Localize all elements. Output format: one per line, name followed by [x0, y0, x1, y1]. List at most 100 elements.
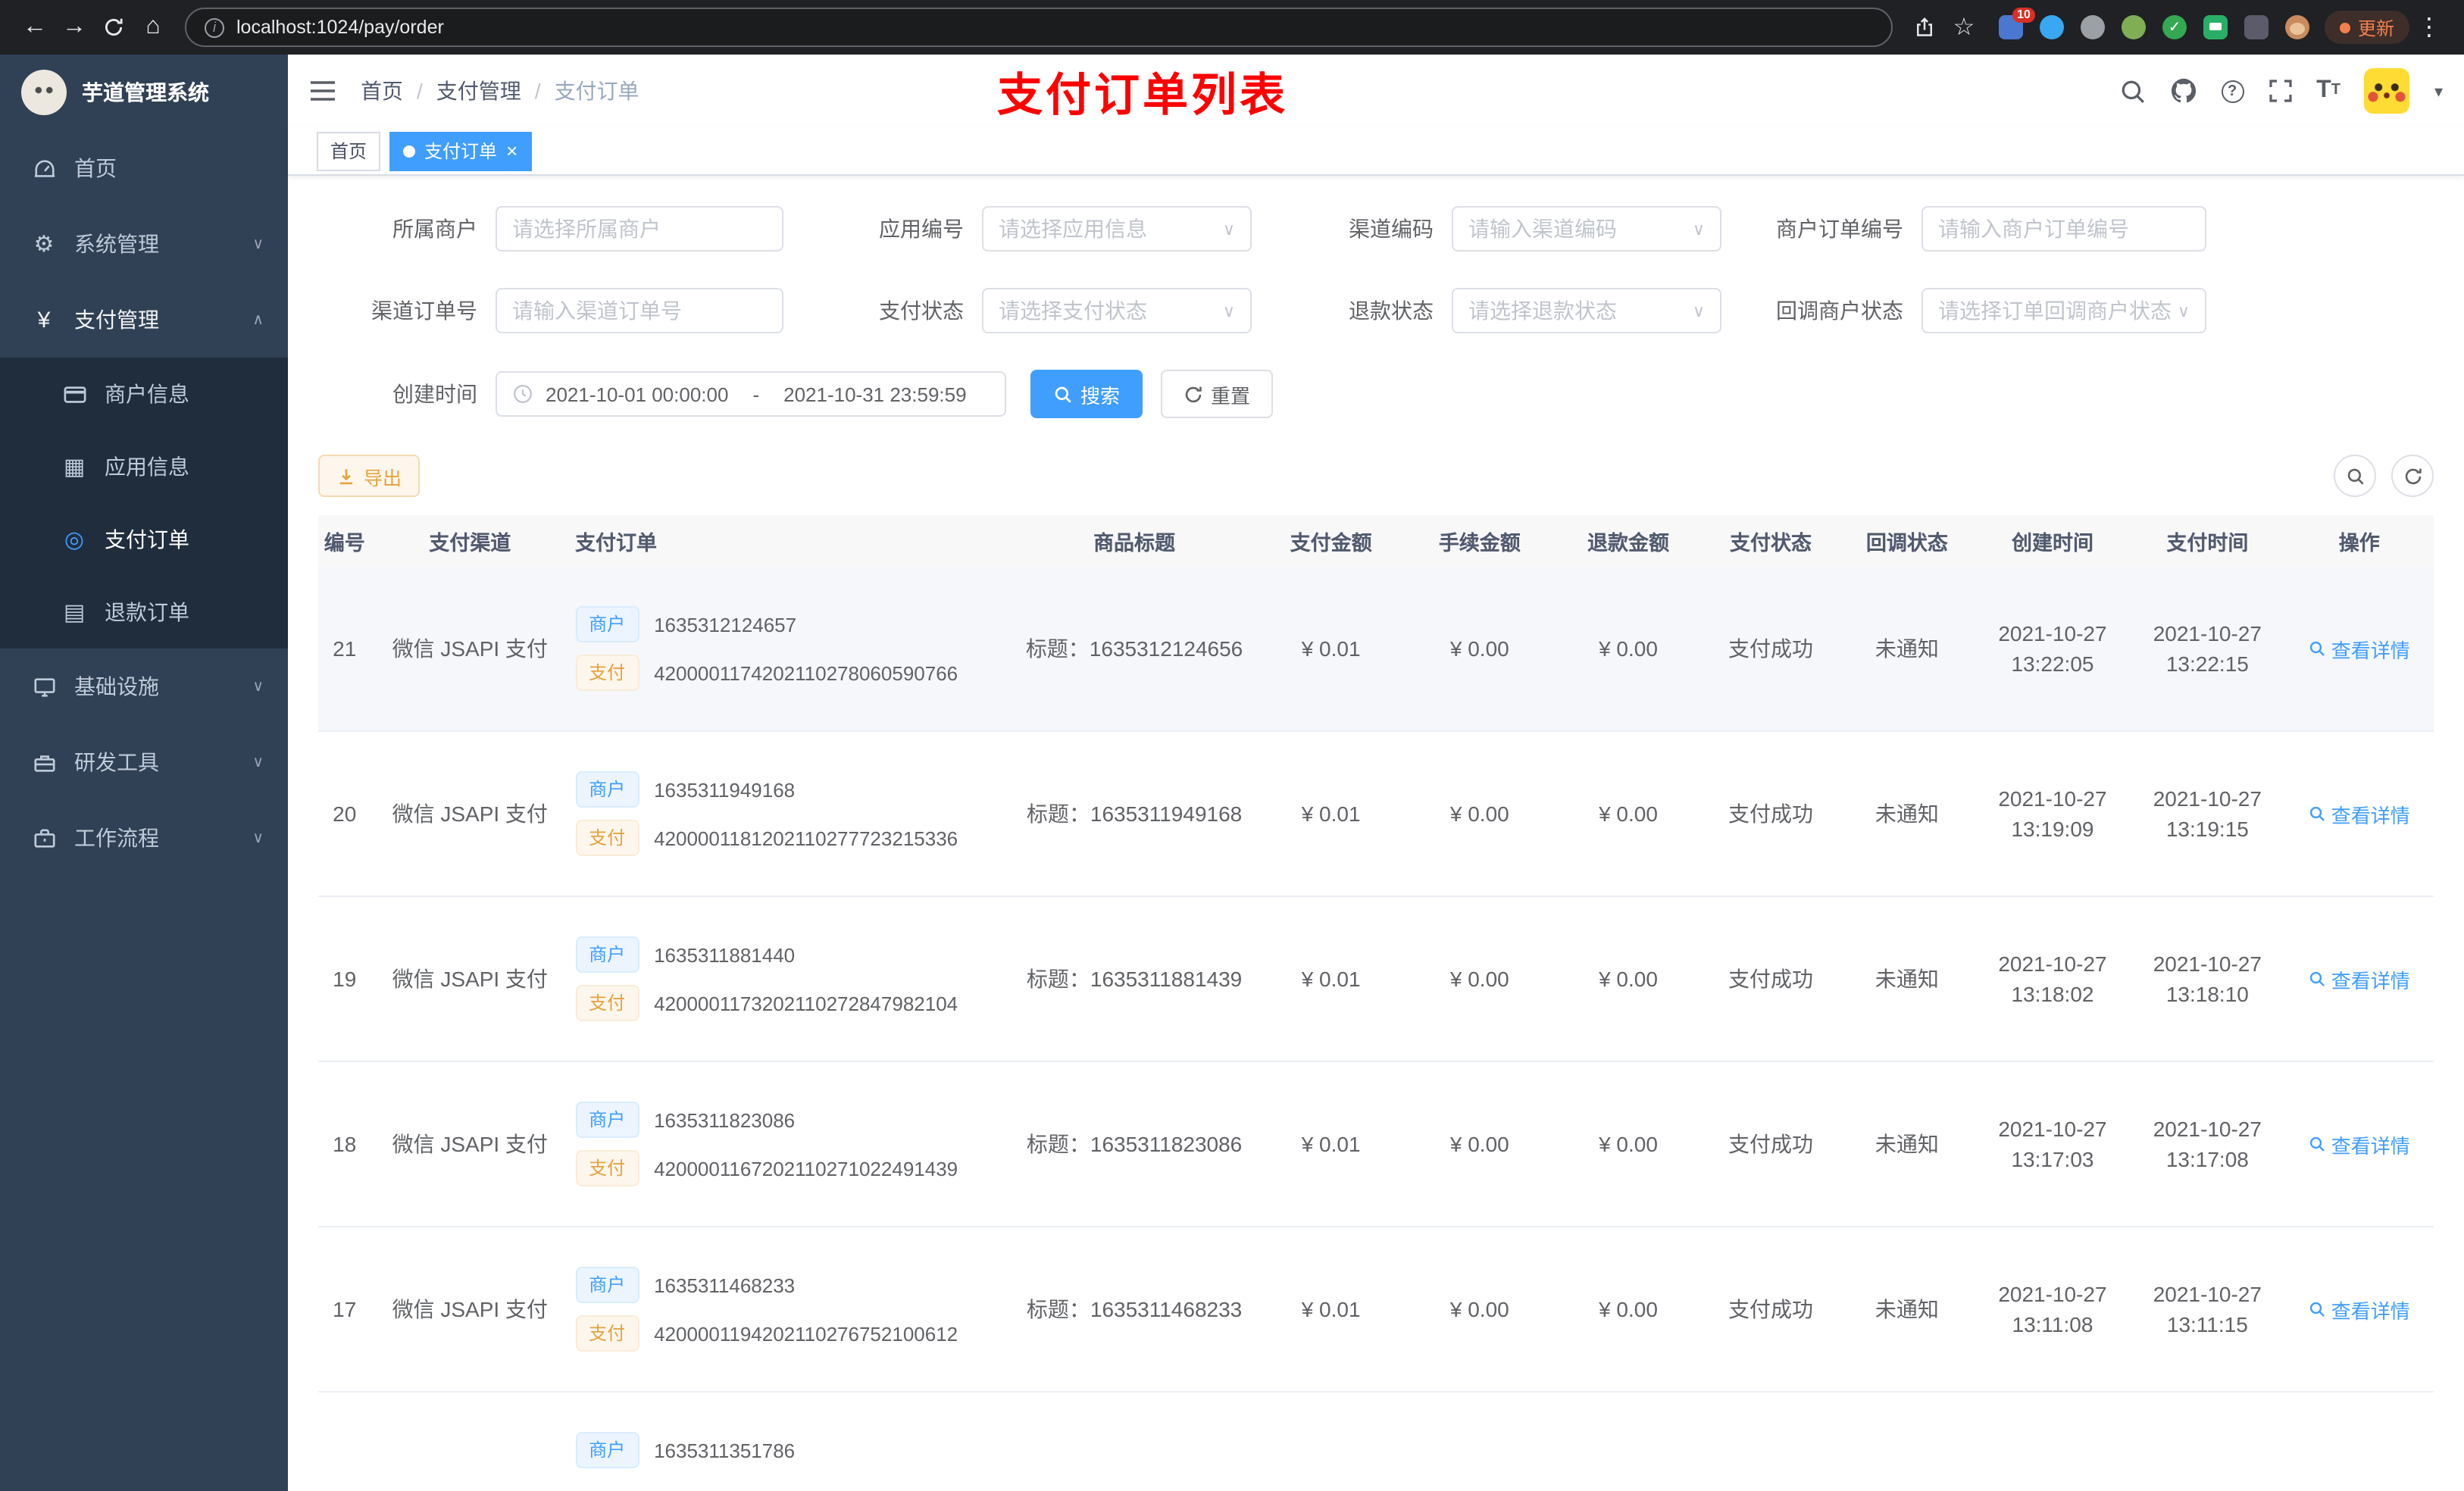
tab-label: 支付订单	[424, 141, 498, 162]
view-detail-link[interactable]: 查看详情	[2309, 1295, 2410, 1324]
browser-back-button[interactable]: ←	[15, 8, 55, 47]
browser-update-button[interactable]: 更新	[2324, 11, 2409, 44]
refresh-table-button[interactable]	[2391, 455, 2434, 497]
pay-time-cell: 2021-10-27 13:22:15	[2130, 567, 2285, 732]
view-detail-link[interactable]: 查看详情	[2309, 634, 2410, 663]
breadcrumb-pay-management[interactable]: 支付管理	[436, 76, 521, 106]
clock-icon	[512, 383, 533, 405]
sidebar-item-pay-order[interactable]: ◎ 支付订单	[0, 503, 288, 576]
site-info-icon[interactable]: i	[205, 17, 224, 37]
create-time-range-picker[interactable]: 2021-10-01 00:00:00 - 2021-10-31 23:59:5…	[496, 371, 1006, 417]
sidebar-item-infra[interactable]: 基础设施 ∨	[0, 649, 288, 724]
extension-drop-icon[interactable]	[2039, 15, 2064, 39]
hamburger-menu-icon[interactable]	[309, 79, 336, 103]
target-icon: ◎	[64, 527, 85, 553]
breadcrumb-separator: /	[534, 79, 541, 103]
download-icon	[339, 468, 353, 484]
breadcrumb-home[interactable]: 首页	[361, 76, 403, 106]
browser-forward-button[interactable]: →	[55, 8, 94, 47]
pay-status-cell	[1703, 1392, 1839, 1491]
sidebar-item-app-info[interactable]: ▦ 应用信息	[0, 430, 288, 503]
toggle-search-button[interactable]	[2334, 455, 2376, 497]
refund-status-filter-select[interactable]: ∨	[1452, 288, 1721, 333]
pay-status-filter-select[interactable]: ∨	[982, 288, 1252, 333]
filter-row-1: 所属商户 应用编号 ∨	[318, 206, 2434, 252]
channel-code-filter-text-input[interactable]	[1468, 217, 1687, 241]
create-time: 13:22:05	[2011, 652, 2094, 676]
notify-status-cell: 未通知	[1838, 896, 1975, 1062]
view-detail-link[interactable]: 查看详情	[2309, 964, 2410, 993]
browser-address-bar[interactable]: i localhost:1024/pay/order	[185, 8, 1893, 47]
refund-amount-cell: ¥ 0.00	[1553, 896, 1703, 1062]
notify-status-text-input[interactable]	[1938, 299, 2172, 323]
bookmark-star-icon[interactable]: ☆	[1944, 8, 1984, 47]
extension-circle-icon[interactable]	[2121, 15, 2146, 39]
column-header: 商品标题	[1012, 515, 1257, 567]
pay-time-cell	[2130, 1392, 2285, 1491]
fullscreen-icon[interactable]	[2268, 79, 2292, 103]
extension-globe-icon[interactable]	[2080, 15, 2105, 39]
sidebar-item-label: 退款订单	[105, 600, 189, 624]
font-size-icon[interactable]: TT	[2316, 78, 2340, 103]
extension-check-icon[interactable]: ✓	[2162, 15, 2187, 39]
channel-pay-no: 4200001173202110272847982104	[654, 992, 958, 1014]
app-no-filter-text-input[interactable]	[999, 217, 1217, 241]
create-time: 13:18:02	[2011, 982, 2094, 1006]
sidebar-item-merchant-info[interactable]: 商户信息	[0, 358, 288, 430]
filter-label: 渠道订单号	[371, 299, 477, 323]
search-icon	[1055, 386, 1071, 402]
channel-code-filter-select[interactable]: ∨	[1452, 206, 1721, 252]
sidebar-item-devtools[interactable]: 研发工具 ∨	[0, 724, 288, 800]
merchant-filter-input[interactable]	[496, 206, 783, 252]
sidebar-item-home[interactable]: 首页	[0, 130, 288, 206]
extension-pin-icon[interactable]: 10	[1998, 8, 2035, 39]
refund-status-text-input[interactable]	[1468, 299, 1687, 323]
column-header: 退款金额	[1553, 515, 1703, 567]
sidebar-item-refund-order[interactable]: ▤ 退款订单	[0, 576, 288, 649]
sidebar-item-payment[interactable]: ¥ 支付管理 ∧	[0, 282, 288, 358]
reset-button[interactable]: 重置	[1161, 370, 1274, 418]
pay-status-text-input[interactable]	[999, 299, 1217, 323]
user-avatar[interactable]	[2364, 68, 2410, 114]
pay-date: 2021-10-27	[2153, 1117, 2262, 1141]
fee-amount-cell: ¥ 0.00	[1405, 1061, 1554, 1227]
chevron-down-icon: ∨	[252, 678, 264, 695]
app-no-filter-select[interactable]: ∨	[982, 206, 1252, 252]
close-icon[interactable]: ×	[506, 141, 518, 161]
refresh-icon	[2404, 467, 2421, 484]
chevron-down-icon: ∨	[1222, 220, 1235, 239]
browser-home-button[interactable]: ⌂	[133, 8, 173, 47]
tab-home[interactable]: 首页	[317, 131, 381, 170]
channel-order-no-text-input[interactable]	[512, 299, 767, 323]
channel-pay-no: 4200001181202110277723215336	[654, 827, 958, 849]
notify-status-filter-select[interactable]: ∨	[1921, 288, 2206, 333]
merchant-order-no-text-input[interactable]	[1938, 217, 2190, 241]
pay-amount-cell	[1256, 1392, 1406, 1491]
extension-chat-icon[interactable]	[2203, 15, 2228, 39]
tab-pay-order[interactable]: 支付订单 ×	[389, 131, 532, 170]
export-button[interactable]: 导出	[318, 455, 421, 497]
view-detail-link[interactable]: 查看详情	[2309, 799, 2410, 828]
merchant-order-no-filter-input[interactable]	[1921, 206, 2206, 252]
product-title-cell: 标题：1635311823086	[1012, 1061, 1257, 1227]
avatar-caret-icon[interactable]: ▾	[2434, 81, 2443, 101]
profile-avatar-icon[interactable]	[2284, 15, 2309, 39]
sidebar-item-system[interactable]: ⚙ 系统管理 ∨	[0, 206, 288, 282]
browser-menu-button[interactable]: ⋮	[2409, 8, 2449, 47]
share-icon[interactable]	[1905, 8, 1944, 47]
help-icon[interactable]: ?	[2221, 80, 2244, 102]
monitor-icon	[27, 675, 61, 698]
view-detail-link[interactable]: 查看详情	[2309, 1130, 2410, 1158]
app-logo-row[interactable]: 芋道管理系统	[0, 55, 288, 130]
merchant-filter-text-input[interactable]	[512, 217, 767, 241]
browser-refresh-button[interactable]	[94, 8, 133, 47]
search-button[interactable]: 搜索	[1030, 370, 1143, 418]
search-icon[interactable]	[2119, 78, 2145, 104]
sidebar-item-workflow[interactable]: 工作流程 ∨	[0, 800, 288, 876]
update-dot-icon	[2339, 22, 2350, 33]
github-icon[interactable]	[2169, 77, 2197, 105]
pay-order-cell: 商户 1635312124657 支付 42000011742021102780605…	[569, 567, 1012, 732]
extension-puzzle-icon[interactable]	[2244, 15, 2269, 39]
action-cell: 查看详情	[2284, 1061, 2434, 1227]
channel-order-no-filter-input[interactable]	[496, 288, 783, 333]
